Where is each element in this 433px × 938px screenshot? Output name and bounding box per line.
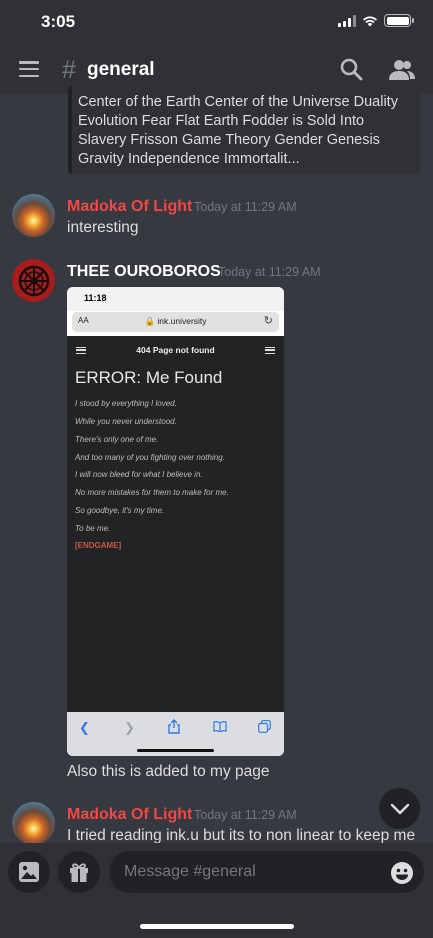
- tabs-icon: [258, 720, 271, 733]
- poem-line: I stood by everything I loved.: [75, 399, 177, 408]
- attachment-url-text: ink.university: [157, 316, 207, 326]
- emoji-icon[interactable]: [390, 861, 414, 885]
- chevron-down-icon: [390, 803, 409, 814]
- message-timestamp: Today at 11:29 AM: [218, 265, 321, 279]
- message-author[interactable]: THEE OUROBOROS: [67, 263, 221, 281]
- bookmarks-icon: [213, 721, 227, 732]
- attachment-page: 404 Page not found ERROR: Me Found I sto…: [67, 336, 284, 712]
- back-icon: ❮: [79, 720, 90, 735]
- home-indicator: [140, 924, 294, 929]
- wifi-icon: [363, 16, 377, 26]
- status-time: 3:05: [41, 12, 76, 31]
- message-composer: [0, 843, 433, 938]
- message-author[interactable]: Madoka Of Light: [67, 806, 192, 824]
- message-text: interesting: [67, 219, 139, 236]
- link-embed: Center of the Earth Center of the Univer…: [68, 86, 420, 174]
- poem-line: So goodbye, it's my time.: [75, 506, 165, 515]
- forward-icon: ❯: [124, 720, 135, 735]
- embed-description: Center of the Earth Center of the Univer…: [78, 94, 398, 167]
- attachment-url-bar: AA 🔒 ink.university ↻: [72, 312, 279, 332]
- poem-line: While you never understood.: [75, 417, 177, 426]
- image-icon: [19, 862, 39, 882]
- cellular-signal-icon: [338, 14, 356, 27]
- poem-line: And too many of you fighting over nothin…: [75, 453, 225, 462]
- menu-button[interactable]: [19, 61, 39, 77]
- share-icon: [168, 719, 180, 734]
- members-icon[interactable]: [388, 56, 416, 84]
- attachment-page-nav: 404 Page not found: [67, 336, 284, 364]
- message-text: Also this is added to my page: [67, 763, 270, 780]
- endgame-link: [ENDGAME]: [75, 541, 122, 550]
- image-attachment[interactable]: 11:18 AA 🔒 ink.university ↻ 404 Page not…: [67, 287, 284, 756]
- scroll-to-bottom-button[interactable]: [379, 788, 420, 829]
- attach-image-button[interactable]: [8, 851, 50, 893]
- status-icons: [338, 14, 414, 27]
- attachment-status-time: 11:18: [84, 293, 107, 303]
- avatar[interactable]: [12, 194, 55, 237]
- message-timestamp: Today at 11:29 AM: [194, 808, 297, 822]
- attachment-home-indicator: [137, 749, 214, 752]
- poem-line: No more mistakes for them to make for me…: [75, 488, 229, 497]
- avatar[interactable]: [12, 259, 55, 302]
- reload-icon: ↻: [263, 315, 273, 327]
- attachment-status-bar: 11:18: [67, 287, 284, 311]
- attachment-heading: ERROR: Me Found: [75, 368, 223, 387]
- poem-line: There's only one of me.: [75, 435, 159, 444]
- message-input[interactable]: [109, 851, 424, 893]
- attachment-url: 🔒 ink.university: [72, 316, 279, 327]
- attachment-nav-title: 404 Page not found: [136, 345, 215, 355]
- channel-hash-icon: #: [62, 56, 76, 84]
- gift-button[interactable]: [58, 851, 100, 893]
- ouroboros-logo-icon: [18, 265, 49, 296]
- lock-icon: 🔒: [144, 316, 156, 326]
- search-icon[interactable]: [338, 56, 366, 84]
- message-author[interactable]: Madoka Of Light: [67, 198, 192, 216]
- gift-icon: [70, 863, 88, 882]
- list-icon: [265, 347, 275, 354]
- message-timestamp: Today at 11:29 AM: [194, 200, 297, 214]
- avatar[interactable]: [12, 802, 55, 845]
- channel-title: general: [87, 59, 155, 80]
- poem-line: I will now bleed for what I believe in.: [75, 470, 203, 479]
- battery-icon: [384, 14, 414, 27]
- top-bar: 3:05 # general: [0, 0, 433, 94]
- poem-line: To be me.: [75, 524, 111, 533]
